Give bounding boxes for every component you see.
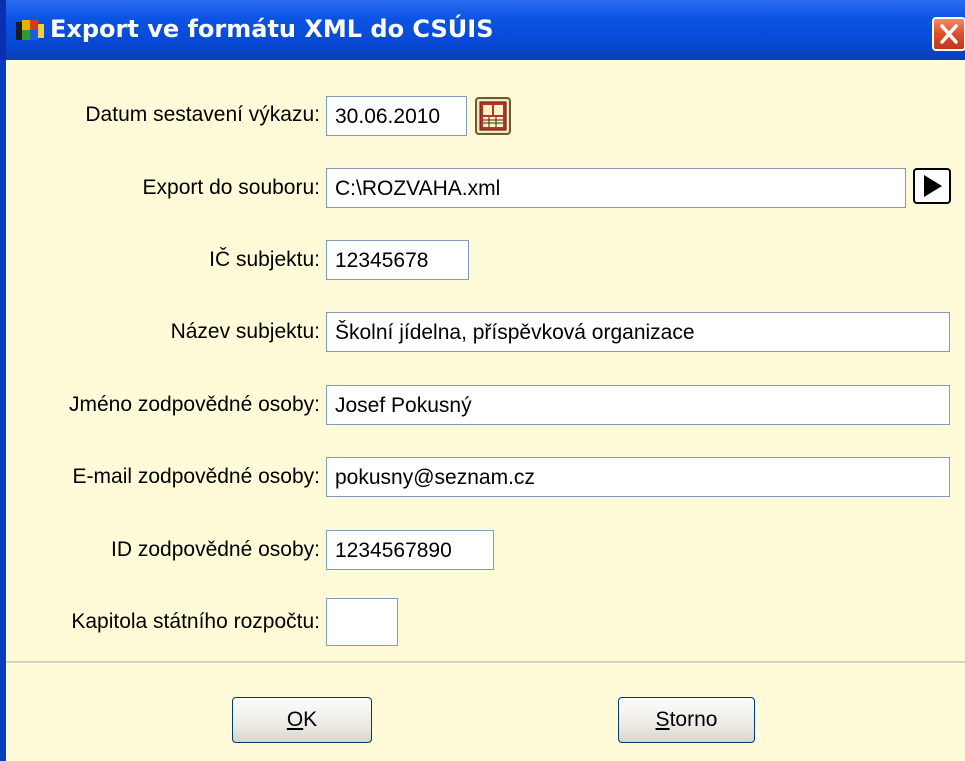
ok-label-rest: K	[303, 708, 318, 731]
close-icon	[940, 24, 958, 44]
kapitola-input[interactable]	[326, 598, 398, 646]
export-label: Export do souboru:	[142, 176, 320, 199]
title-bar[interactable]: Export ve formátu XML do CSÚIS	[0, 0, 965, 60]
storno-label-rest: torno	[669, 708, 718, 731]
email-label: E-mail zodpovědné osoby:	[72, 465, 320, 488]
play-arrow-icon	[924, 175, 942, 197]
nazev-label: Název subjektu:	[170, 320, 320, 343]
ic-input[interactable]: 12345678	[326, 240, 469, 280]
window-border	[0, 60, 6, 761]
jmeno-label: Jméno zodpovědné osoby:	[68, 393, 320, 416]
button-separator	[6, 661, 965, 664]
export-dialog: Export ve formátu XML do CSÚIS Datum ses…	[0, 0, 965, 761]
export-file-input[interactable]: C:\ROZVAHA.xml	[326, 168, 906, 208]
id-input[interactable]: 1234567890	[326, 530, 494, 570]
jmeno-input[interactable]: Josef Pokusný	[326, 385, 950, 425]
nazev-input[interactable]: Školní jídelna, příspěvková organizace	[326, 312, 950, 352]
storno-button[interactable]: Storno	[618, 697, 755, 743]
calendar-button[interactable]	[475, 97, 511, 135]
kapitola-label: Kapitola státního rozpočtu:	[71, 610, 320, 633]
datum-label: Datum sestavení výkazu:	[85, 103, 320, 126]
calendar-icon	[475, 97, 511, 135]
ic-label: IČ subjektu:	[209, 248, 320, 271]
storno-mnemonic: S	[655, 708, 670, 731]
close-button[interactable]	[932, 17, 965, 51]
ok-mnemonic: O	[286, 708, 304, 731]
email-input[interactable]: pokusny@seznam.cz	[326, 457, 950, 497]
ok-button[interactable]: OK	[232, 697, 372, 743]
datum-input[interactable]: 30.06.2010	[326, 96, 467, 136]
browse-button[interactable]	[913, 168, 951, 204]
window-title: Export ve formátu XML do CSÚIS	[50, 15, 494, 43]
app-flag-icon	[16, 20, 44, 40]
id-label: ID zodpovědné osoby:	[111, 538, 320, 561]
